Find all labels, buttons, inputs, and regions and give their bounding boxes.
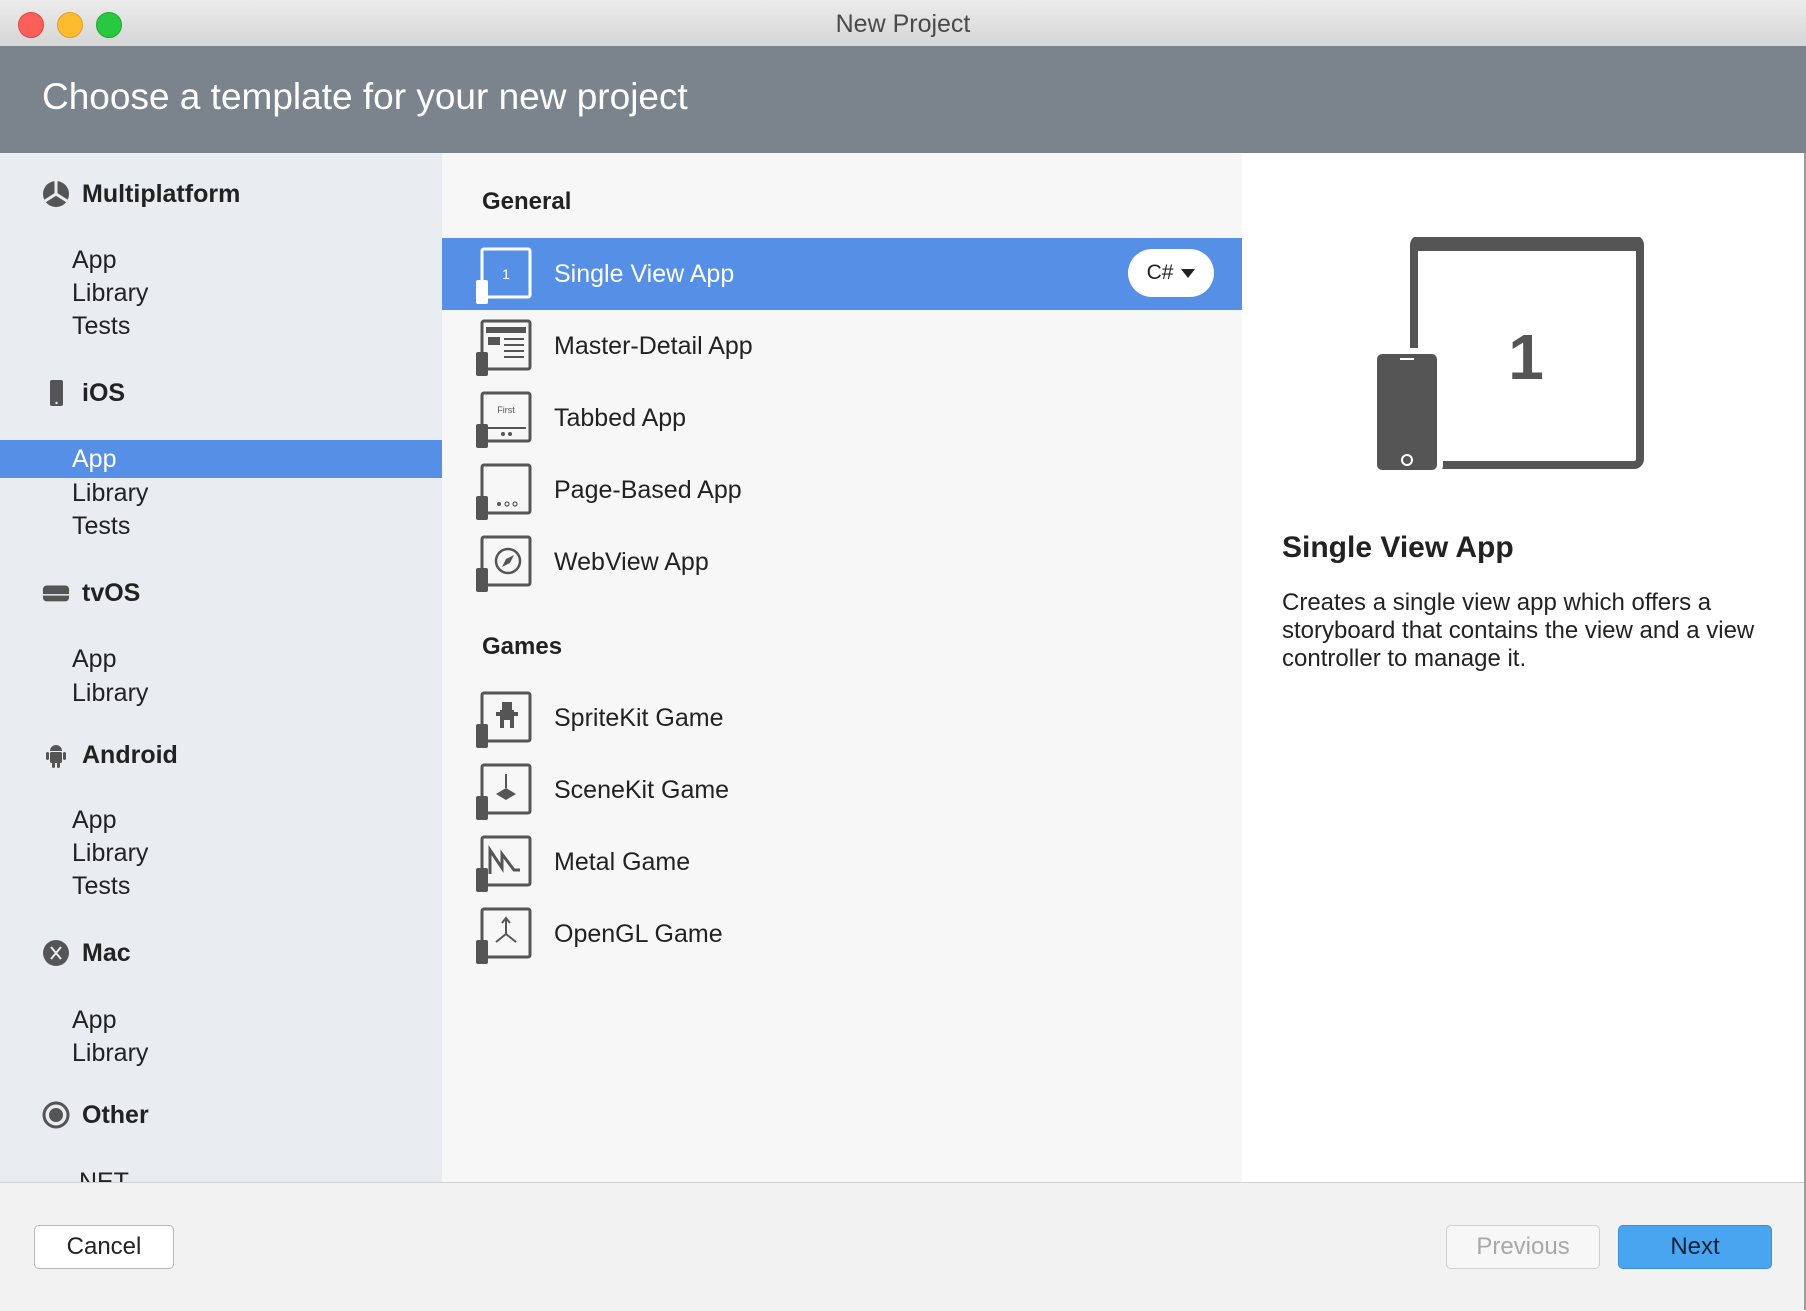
category-label: Multiplatform xyxy=(82,179,241,208)
template-spritekit-game[interactable]: SpriteKit Game xyxy=(442,682,1242,754)
opengl-game-icon xyxy=(476,907,532,964)
template-label: Metal Game xyxy=(554,847,691,876)
next-button[interactable]: Next xyxy=(1618,1225,1772,1269)
template-label: OpenGL Game xyxy=(554,919,723,948)
cancel-button[interactable]: Cancel xyxy=(34,1225,174,1269)
sidebar-item-mac-library[interactable]: Library xyxy=(0,1034,442,1072)
template-label: SceneKit Game xyxy=(554,775,730,804)
scenekit-game-icon xyxy=(476,763,532,820)
category-tvos[interactable]: tvOS xyxy=(42,575,140,611)
header-band: Choose a template for your new project xyxy=(0,46,1806,153)
language-dropdown[interactable]: C# xyxy=(1128,249,1214,297)
tabbed-app-icon: First xyxy=(476,391,532,448)
sidebar-item-ios-tests[interactable]: Tests xyxy=(0,507,442,545)
category-mac[interactable]: Mac xyxy=(42,935,131,971)
template-tabbed-app[interactable]: First Tabbed App xyxy=(442,382,1242,454)
category-ios[interactable]: iOS xyxy=(42,375,125,411)
window-title: New Project xyxy=(835,10,971,38)
svg-text:1: 1 xyxy=(502,266,510,282)
language-value: C# xyxy=(1146,261,1174,284)
category-label: tvOS xyxy=(82,578,141,607)
sidebar-item-ios-app[interactable]: App xyxy=(0,440,442,478)
metal-game-icon xyxy=(476,835,532,892)
template-master-detail-app[interactable]: Master-Detail App xyxy=(442,310,1242,382)
template-opengl-game[interactable]: OpenGL Game xyxy=(442,898,1242,970)
template-label: Master-Detail App xyxy=(554,331,753,360)
master-detail-app-icon xyxy=(476,319,532,376)
svg-text:First: First xyxy=(497,405,515,415)
category-label: iOS xyxy=(82,378,126,407)
spritekit-game-icon xyxy=(476,691,532,748)
template-label: Single View App xyxy=(554,259,735,288)
new-project-window: New Project Choose a template for your n… xyxy=(0,0,1806,1311)
sidebar-item-other-dotnet[interactable]: .NET xyxy=(0,1163,442,1182)
template-list: General 1 Single View App C# Master-Deta… xyxy=(442,153,1242,1182)
page-title: Choose a template for your new project xyxy=(42,76,688,117)
template-scenekit-game[interactable]: SceneKit Game xyxy=(442,754,1242,826)
category-label: Other xyxy=(82,1100,149,1129)
sidebar-item-tvos-library[interactable]: Library xyxy=(0,674,442,712)
multiplatform-icon xyxy=(42,180,70,208)
sidebar-item-android-tests[interactable]: Tests xyxy=(0,867,442,905)
template-webview-app[interactable]: WebView App xyxy=(442,526,1242,598)
page-based-app-icon xyxy=(476,463,532,520)
chevron-down-icon xyxy=(1181,268,1196,278)
template-label: Tabbed App xyxy=(554,403,687,432)
footer-bar: Cancel Previous Next xyxy=(0,1182,1804,1311)
svg-text:1: 1 xyxy=(1508,321,1544,393)
sidebar-item-tvos-app[interactable]: App xyxy=(0,640,442,678)
other-circle-icon xyxy=(42,1101,70,1129)
single-view-app-preview-icon: 1 xyxy=(1374,237,1644,476)
category-sidebar: Multiplatform App Library Tests iOS App … xyxy=(0,153,442,1182)
webview-app-icon xyxy=(476,535,532,592)
title-bar: New Project xyxy=(0,0,1806,47)
category-label: Android xyxy=(82,740,178,769)
iphone-icon xyxy=(42,379,70,407)
previous-button[interactable]: Previous xyxy=(1446,1225,1600,1269)
template-label: SpriteKit Game xyxy=(554,703,724,732)
category-android[interactable]: Android xyxy=(42,737,178,773)
android-icon xyxy=(42,741,70,769)
template-detail-panel: 1 Single View App Creates a single view … xyxy=(1242,153,1804,1182)
mac-x-icon xyxy=(42,939,70,967)
template-label: Page-Based App xyxy=(554,475,742,504)
single-view-app-icon: 1 xyxy=(476,247,532,304)
section-heading-games: Games xyxy=(482,633,563,660)
section-heading-general: General xyxy=(482,188,572,215)
category-label: Mac xyxy=(82,938,131,967)
sidebar-item-multiplatform-tests[interactable]: Tests xyxy=(0,307,442,345)
category-multiplatform[interactable]: Multiplatform xyxy=(42,176,240,212)
template-label: WebView App xyxy=(554,547,709,576)
detail-description: Creates a single view app which offers a… xyxy=(1282,589,1755,672)
template-metal-game[interactable]: Metal Game xyxy=(442,826,1242,898)
template-single-view-app[interactable]: 1 Single View App C# xyxy=(442,238,1242,310)
template-page-based-app[interactable]: Page-Based App xyxy=(442,454,1242,526)
appletv-icon xyxy=(42,579,70,607)
detail-title: Single View App xyxy=(1282,531,1514,564)
category-other[interactable]: Other xyxy=(42,1097,149,1133)
